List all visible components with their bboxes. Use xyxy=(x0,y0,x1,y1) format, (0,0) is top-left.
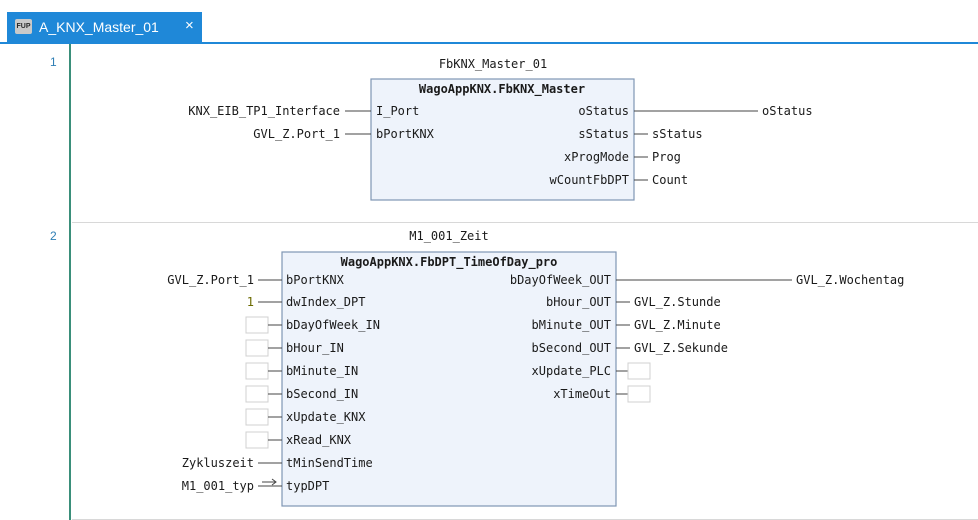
block-type: WagoAppKNX.FbKNX_Master xyxy=(419,82,585,97)
empty-input-box[interactable] xyxy=(245,339,269,357)
output-pin: bHour_OUT xyxy=(546,295,611,309)
input-pin: I_Port xyxy=(376,104,419,118)
input-pin: tMinSendTime xyxy=(286,456,373,470)
empty-input-box[interactable] xyxy=(245,362,269,380)
input-pin: dwIndex_DPT xyxy=(286,295,365,309)
in-out-arrow-icon xyxy=(262,478,277,486)
output-pin: xTimeOut xyxy=(553,387,611,401)
input-pin: bHour_IN xyxy=(286,341,344,355)
block-type: WagoAppKNX.FbDPT_TimeOfDay_pro xyxy=(341,255,558,270)
instance-name[interactable]: FbKNX_Master_01 xyxy=(439,57,547,71)
input-pin: bDayOfWeek_IN xyxy=(286,318,380,332)
output-signal[interactable]: GVL_Z.Minute xyxy=(634,318,721,332)
network-2[interactable]: M1_001_Zeit WagoAppKNX.FbDPT_TimeOfDay_p… xyxy=(167,229,904,507)
empty-input-box[interactable] xyxy=(245,408,269,426)
empty-input-box[interactable] xyxy=(245,385,269,403)
input-pin: xRead_KNX xyxy=(286,433,352,447)
input-pin: bSecond_IN xyxy=(286,387,358,401)
output-signal[interactable]: oStatus xyxy=(762,104,813,118)
output-signal[interactable]: GVL_Z.Sekunde xyxy=(634,341,728,355)
output-pin: xUpdate_PLC xyxy=(532,364,611,378)
input-signal[interactable]: 1 xyxy=(247,295,254,309)
output-signal[interactable]: sStatus xyxy=(652,127,703,141)
instance-name[interactable]: M1_001_Zeit xyxy=(409,229,488,243)
input-pin: bPortKNX xyxy=(286,273,345,287)
input-signal[interactable]: GVL_Z.Port_1 xyxy=(253,127,340,141)
input-pin: xUpdate_KNX xyxy=(286,410,366,424)
output-pin: sStatus xyxy=(578,127,629,141)
empty-input-box[interactable] xyxy=(245,431,269,449)
input-pin: bPortKNX xyxy=(376,127,435,141)
output-signal[interactable]: Prog xyxy=(652,150,681,164)
output-pin: oStatus xyxy=(578,104,629,118)
empty-input-box[interactable] xyxy=(245,316,269,334)
fbd-diagram: FbKNX_Master_01 WagoAppKNX.FbKNX_Master … xyxy=(167,57,904,507)
output-signal[interactable]: Count xyxy=(652,173,688,187)
input-pin: typDPT xyxy=(286,479,329,493)
output-pin: bMinute_OUT xyxy=(532,318,611,332)
output-signal[interactable]: GVL_Z.Stunde xyxy=(634,295,721,309)
input-signal[interactable]: Zykluszeit xyxy=(182,456,254,470)
input-signal[interactable]: M1_001_typ xyxy=(182,479,254,493)
output-pin: wCountFbDPT xyxy=(550,173,629,187)
output-signal[interactable]: GVL_Z.Wochentag xyxy=(796,273,904,287)
input-signal[interactable]: KNX_EIB_TP1_Interface xyxy=(188,104,340,118)
network-1[interactable]: FbKNX_Master_01 WagoAppKNX.FbKNX_Master … xyxy=(188,57,813,201)
empty-output-box[interactable] xyxy=(627,385,651,403)
output-pin: xProgMode xyxy=(564,150,629,164)
output-pin: bDayOfWeek_OUT xyxy=(510,273,611,287)
input-signal[interactable]: GVL_Z.Port_1 xyxy=(167,273,254,287)
input-pin: bMinute_IN xyxy=(286,364,358,378)
output-pin: bSecond_OUT xyxy=(532,341,611,355)
empty-output-box[interactable] xyxy=(627,362,651,380)
